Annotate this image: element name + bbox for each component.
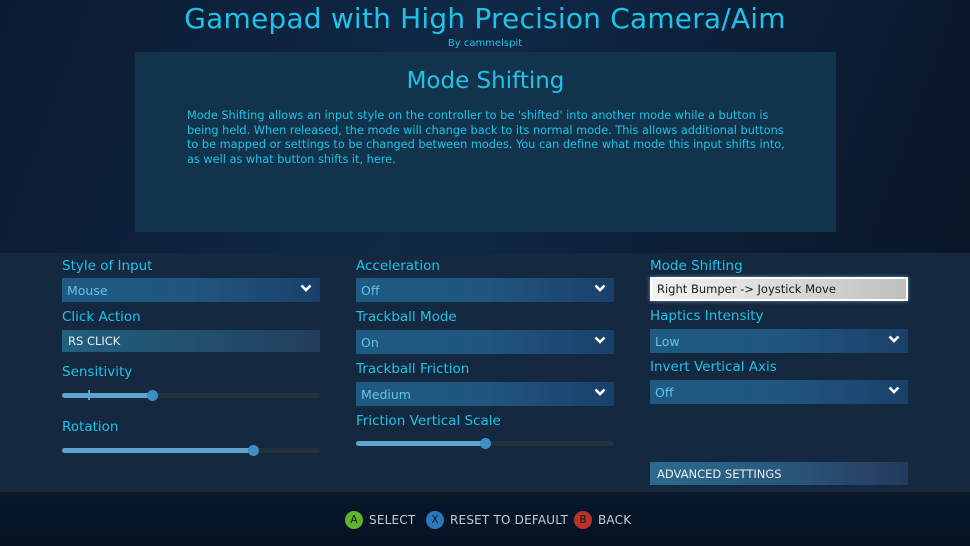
style-of-input-value: Mouse <box>67 283 108 298</box>
style-of-input-label: Style of Input <box>62 258 153 274</box>
mode-shifting-button[interactable]: Right Bumper -> Joystick Move <box>650 277 908 301</box>
sensitivity-label: Sensitivity <box>62 364 133 380</box>
click-action-button[interactable]: RS CLICK <box>62 330 320 352</box>
acceleration-label: Acceleration <box>356 258 440 274</box>
hint-reset-label: RESET TO DEFAULT <box>450 513 569 527</box>
chevron-down-icon <box>594 284 606 292</box>
footer: A SELECT X RESET TO DEFAULT B BACK <box>0 492 970 546</box>
trackball-friction-value: Medium <box>361 387 411 402</box>
a-button-icon: A <box>345 511 363 529</box>
slider-thumb[interactable] <box>147 390 158 401</box>
haptics-intensity-dropdown[interactable]: Low <box>650 329 908 353</box>
b-button-icon: B <box>574 511 592 529</box>
chevron-down-icon <box>594 336 606 344</box>
trackball-friction-dropdown[interactable]: Medium <box>356 382 614 406</box>
x-button-icon: X <box>426 511 444 529</box>
button-hints: A SELECT X RESET TO DEFAULT B BACK <box>0 492 970 546</box>
slider-thumb[interactable] <box>248 445 259 456</box>
haptics-intensity-value: Low <box>655 334 680 349</box>
mode-shifting-label: Mode Shifting <box>650 258 743 274</box>
haptics-intensity-label: Haptics Intensity <box>650 308 764 324</box>
sensitivity-slider[interactable] <box>62 388 320 402</box>
info-panel: Mode Shifting Mode Shifting allows an in… <box>135 52 836 232</box>
slider-fill <box>62 448 253 453</box>
chevron-down-icon <box>888 386 900 394</box>
style-of-input-dropdown[interactable]: Mouse <box>62 278 320 302</box>
chevron-down-icon <box>300 284 312 292</box>
slider-fill <box>62 393 152 398</box>
info-description: Mode Shifting allows an input style on t… <box>187 109 785 166</box>
invert-vertical-axis-label: Invert Vertical Axis <box>650 359 777 375</box>
slider-default-mark <box>88 390 90 400</box>
hint-select-label: SELECT <box>369 513 416 527</box>
trackball-mode-label: Trackball Mode <box>356 309 457 325</box>
click-action-value: RS CLICK <box>68 334 121 348</box>
config-author: By cammelspit <box>447 38 523 49</box>
advanced-settings-label: ADVANCED SETTINGS <box>657 467 782 481</box>
friction-vertical-scale-label: Friction Vertical Scale <box>356 413 501 429</box>
config-title: Gamepad with High Precision Camera/Aim <box>184 2 786 35</box>
click-action-label: Click Action <box>62 309 141 325</box>
mode-shifting-value: Right Bumper -> Joystick Move <box>657 282 836 296</box>
invert-vertical-axis-dropdown[interactable]: Off <box>650 380 908 404</box>
acceleration-value: Off <box>361 283 380 298</box>
header: Gamepad with High Precision Camera/Aim B… <box>0 0 970 253</box>
info-title: Mode Shifting <box>406 68 565 94</box>
trackball-mode-value: On <box>361 335 379 350</box>
acceleration-dropdown[interactable]: Off <box>356 278 614 302</box>
hint-back[interactable]: B BACK <box>574 510 631 530</box>
chevron-down-icon <box>888 335 900 343</box>
trackball-mode-dropdown[interactable]: On <box>356 330 614 354</box>
trackball-friction-label: Trackball Friction <box>356 361 470 377</box>
friction-vertical-scale-slider[interactable] <box>356 436 614 450</box>
rotation-slider[interactable] <box>62 443 320 457</box>
settings-panel: Style of Input Mouse Click Action RS CLI… <box>0 253 970 492</box>
rotation-label: Rotation <box>62 419 119 435</box>
slider-thumb[interactable] <box>480 438 491 449</box>
hint-select[interactable]: A SELECT <box>345 510 415 530</box>
hint-back-label: BACK <box>598 513 632 527</box>
chevron-down-icon <box>594 388 606 396</box>
slider-fill <box>356 441 485 446</box>
hint-reset-to-default[interactable]: X RESET TO DEFAULT <box>426 510 568 530</box>
advanced-settings-button[interactable]: ADVANCED SETTINGS <box>650 462 908 485</box>
invert-vertical-axis-value: Off <box>655 385 674 400</box>
